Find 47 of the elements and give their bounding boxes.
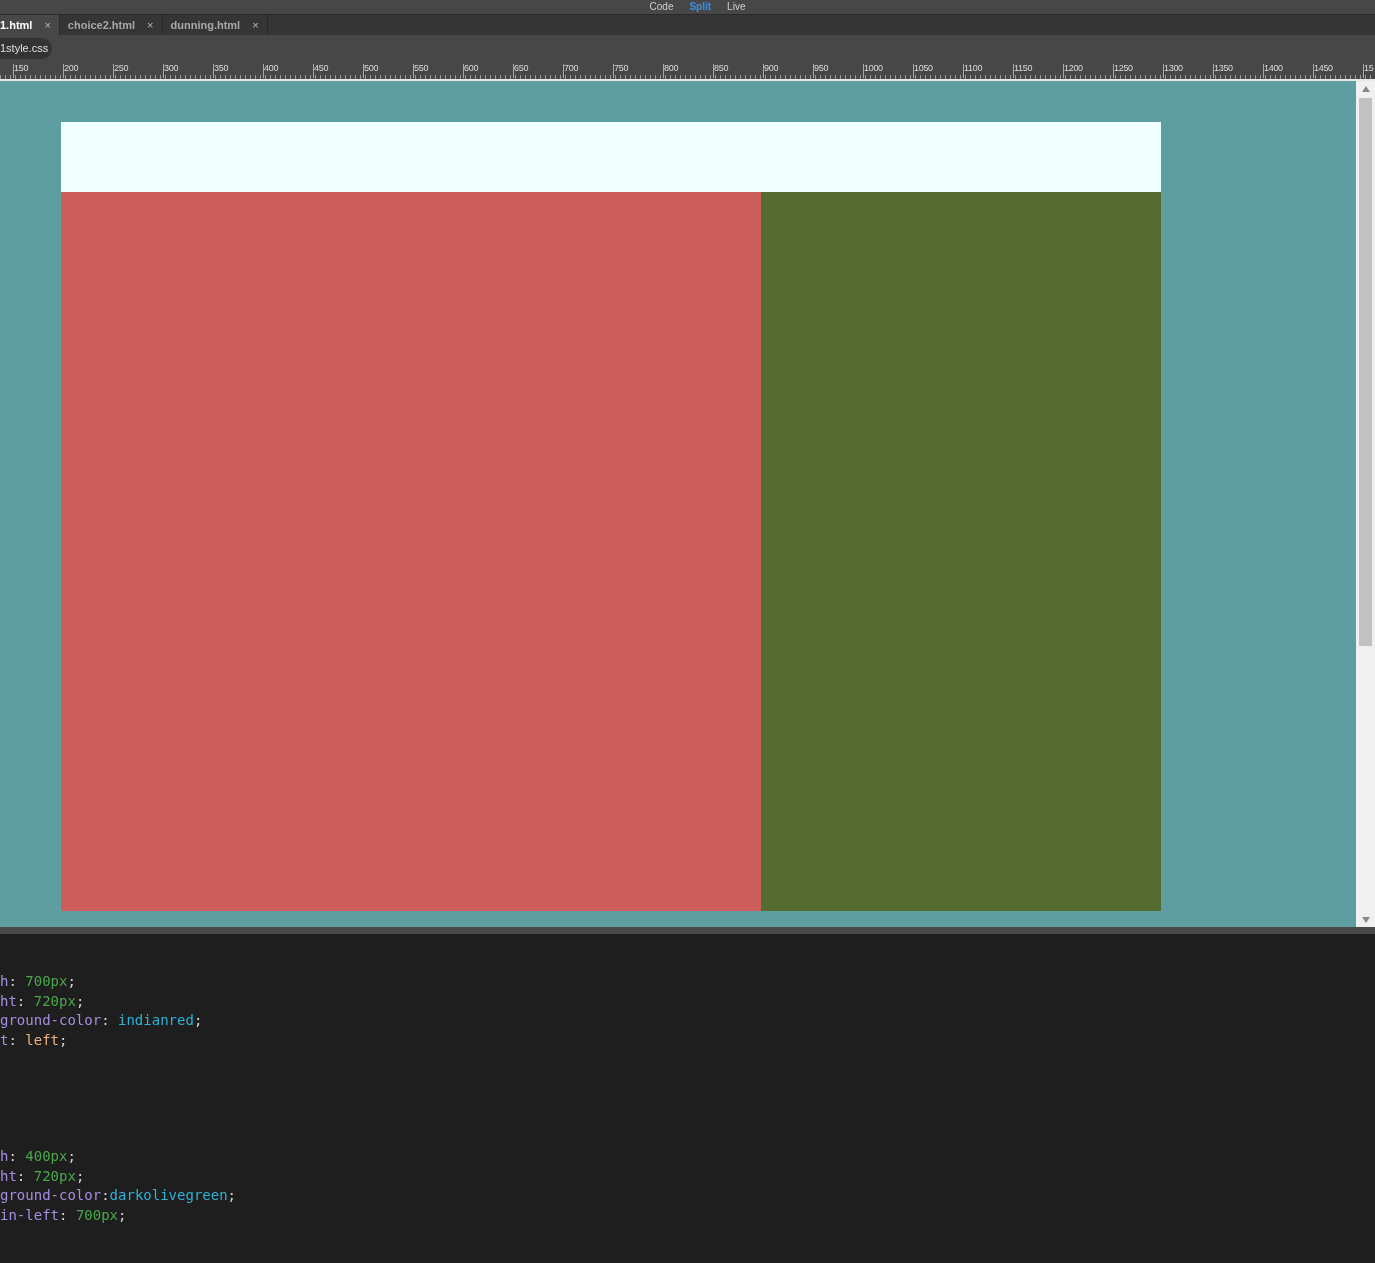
code-line: ht: 720px; (0, 1166, 86, 1186)
ruler-label: 450 (313, 64, 329, 78)
close-tab-button[interactable]: × (147, 16, 154, 34)
close-tab-button[interactable]: × (44, 16, 51, 34)
ruler-label: 1300 (1163, 64, 1183, 78)
ruler-label: 300 (163, 64, 179, 78)
ruler-label: 750 (613, 64, 629, 78)
document-tab[interactable]: 1.html × (0, 15, 60, 35)
ruler-label: 350 (213, 64, 229, 78)
ruler-label: 1350 (1213, 64, 1233, 78)
code-line: in-left: 700px; (0, 1205, 128, 1225)
ruler-label: 650 (513, 64, 529, 78)
ruler-label: 550 (413, 64, 429, 78)
ruler-label: 250 (113, 64, 129, 78)
ruler-label: 15 (1363, 64, 1374, 78)
ruler-label: 700 (563, 64, 579, 78)
code-line: h: 700px; (0, 972, 77, 991)
view-tab[interactable]: Code (649, 2, 674, 12)
ruler-label: 1050 (913, 64, 933, 78)
scroll-down-icon[interactable] (1361, 917, 1370, 923)
scroll-up-icon[interactable] (1361, 86, 1370, 92)
ruler-label: 1400 (1263, 64, 1283, 78)
code-line: ground-color:darkolivegreen; (0, 1186, 238, 1205)
ruler-label: 900 (763, 64, 779, 78)
close-tab-button[interactable]: × (252, 16, 259, 34)
code-line: ground-color: indianred; (0, 1011, 204, 1030)
ruler-label: 1450 (1313, 64, 1333, 78)
ruler-label: 1000 (863, 64, 883, 78)
ruler-label: 1250 (1113, 64, 1133, 78)
view-tab[interactable]: Live (727, 2, 746, 12)
ruler-label: 150 (13, 64, 29, 78)
ruler-label: 1100 (963, 64, 983, 78)
ruler-label: 850 (713, 64, 729, 78)
code-line: h: 400px; (0, 1147, 77, 1166)
vertical-scrollbar[interactable] (1356, 81, 1375, 927)
ruler-label: 400 (263, 64, 279, 78)
ruler-label: 200 (63, 64, 79, 78)
scrollbar-thumb[interactable] (1359, 98, 1372, 646)
ruler-label: 950 (813, 64, 829, 78)
code-line: ht: 720px; (0, 991, 86, 1011)
ruler-label: 800 (663, 64, 679, 78)
ruler-label: 600 (463, 64, 479, 78)
ruler-label: 500 (363, 64, 379, 78)
code-line: t: left; (0, 1030, 69, 1050)
related-file-button[interactable]: 1style.css (0, 38, 53, 59)
ruler-label: 1200 (1063, 64, 1083, 78)
ruler-label: 1150 (1013, 64, 1033, 78)
